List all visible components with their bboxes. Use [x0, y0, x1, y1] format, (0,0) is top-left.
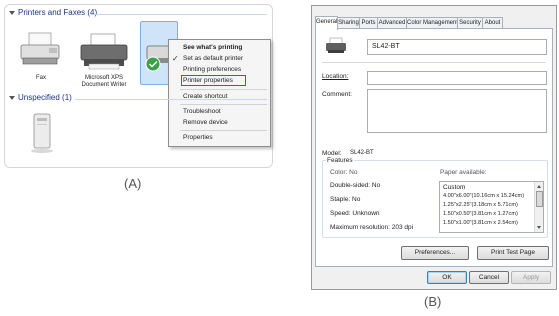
printers-faxes-header[interactable]: Printers and Faxes (4) — [9, 8, 97, 17]
unspecified-label: Unspecified (1) — [18, 93, 72, 102]
model-value: SL42-BT — [350, 150, 374, 156]
caption-b: (B) — [424, 294, 442, 309]
menu-printer-properties[interactable]: Printer properties — [183, 77, 233, 84]
max-resolution-feature: Maximum resolution: 203 dpi — [330, 224, 414, 231]
xps-printer-icon — [80, 33, 128, 70]
list-item[interactable]: 1.50"x0.50"(3.81cm x 1.27cm) — [443, 211, 518, 217]
properties-dialog: General Sharing Ports Advanced Color Man… — [311, 5, 557, 290]
ok-button[interactable]: OK — [427, 271, 467, 284]
paper-available-label: Paper available: — [440, 169, 487, 176]
unspecified-device-item[interactable] — [27, 111, 57, 155]
xps-label-line1: Microsoft XPS — [84, 75, 123, 81]
general-tab-page: SL42-BT Location: Comment: Model: SL42-B… — [315, 28, 553, 267]
xps-printer-item[interactable]: Microsoft XPS Document Writer — [71, 31, 137, 97]
comment-label: Comment: — [322, 91, 352, 98]
panel-a-window: Printers and Faxes (4) Fax Microsoft XPS… — [4, 4, 273, 168]
listbox-scrollbar[interactable] — [534, 182, 543, 232]
menu-see-printing[interactable]: See what's printing — [183, 44, 242, 51]
list-item[interactable]: 4.00"x6.00"(10.16cm x 15.24cm) — [443, 193, 524, 199]
default-check-badge-icon — [145, 56, 161, 72]
scroll-thumb[interactable] — [536, 191, 543, 207]
color-feature: Color: No — [330, 169, 358, 176]
menu-troubleshoot[interactable]: Troubleshoot — [183, 108, 221, 115]
features-label: Features — [326, 157, 354, 164]
xps-label-line2: Document Writer — [81, 82, 127, 88]
scroll-up-icon[interactable] — [537, 185, 541, 188]
fax-printer-item[interactable]: Fax — [13, 31, 69, 91]
unspecified-header[interactable]: Unspecified (1) — [9, 93, 72, 102]
context-menu: See what's printing ✓ Set as default pri… — [168, 39, 271, 147]
collapse-triangle-icon[interactable] — [9, 95, 15, 100]
header-divider — [91, 14, 267, 15]
fax-printer-icon — [20, 32, 60, 65]
paper-listbox[interactable]: Custom 4.00"x6.00"(10.16cm x 15.24cm) 1.… — [439, 181, 544, 233]
menu-remove-device[interactable]: Remove device — [183, 119, 228, 126]
checkmark-icon: ✓ — [172, 54, 179, 63]
scroll-down-icon[interactable] — [537, 226, 541, 229]
printer-name-field[interactable]: SL42-BT — [367, 39, 547, 55]
fax-label: Fax — [35, 75, 46, 81]
menu-separator — [180, 89, 267, 90]
printer-name-value: SL42-BT — [372, 43, 400, 50]
menu-set-default[interactable]: Set as default printer — [183, 55, 243, 62]
name-separator — [322, 62, 546, 63]
printers-faxes-label: Printers and Faxes (4) — [18, 8, 98, 17]
location-label: Location: — [322, 73, 349, 80]
device-tower-icon — [31, 113, 53, 153]
header-divider — [75, 99, 267, 100]
tab-general[interactable]: General — [315, 16, 338, 30]
cancel-button[interactable]: Cancel — [469, 271, 509, 284]
menu-printing-preferences[interactable]: Printing preferences — [183, 66, 241, 73]
collapse-triangle-icon[interactable] — [9, 10, 15, 15]
list-item[interactable]: Custom — [443, 184, 465, 191]
list-item[interactable]: 1.50"x1.00"(3.81cm x 2.54cm) — [443, 220, 518, 226]
printer-icon — [326, 37, 346, 53]
speed-feature: Speed: Unknown — [330, 210, 380, 217]
menu-separator — [180, 130, 267, 131]
location-input[interactable] — [367, 71, 547, 85]
comment-textarea[interactable] — [367, 89, 547, 133]
double-sided-feature: Double-sided: No — [330, 182, 381, 189]
model-label: Model: — [322, 150, 342, 157]
menu-properties[interactable]: Properties — [183, 134, 213, 141]
print-test-page-button[interactable]: Print Test Page — [477, 246, 549, 260]
list-item[interactable]: 1.25"x2.25"(3.18cm x 5.71cm) — [443, 202, 518, 208]
menu-separator — [180, 104, 267, 105]
caption-a: (A) — [124, 176, 142, 191]
staple-feature: Staple: No — [330, 196, 361, 203]
apply-button[interactable]: Apply — [511, 271, 551, 284]
preferences-button[interactable]: Preferences... — [401, 246, 469, 260]
